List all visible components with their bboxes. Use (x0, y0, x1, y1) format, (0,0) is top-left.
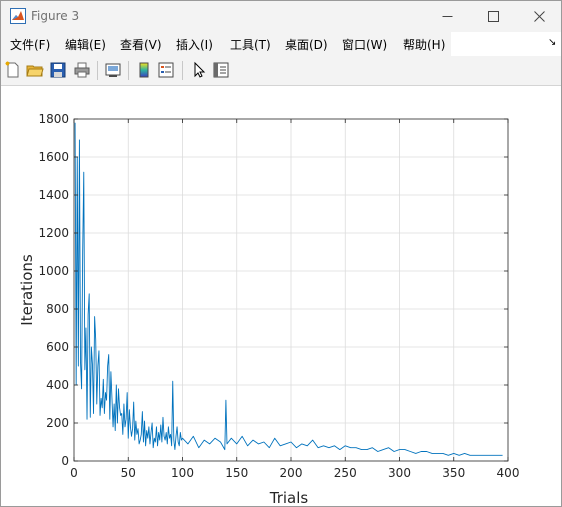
y-tick-label: 1600 (38, 150, 69, 164)
figure-window: Figure 3 文件(F) 编辑(E) 查看(V) 插入(I) 工具(T) 桌… (0, 0, 562, 507)
close-icon (533, 11, 545, 22)
menu-desktop[interactable]: 桌面(D) (285, 38, 328, 52)
title-bar[interactable]: Figure 3 (1, 1, 561, 32)
menu-tools[interactable]: 工具(T) (230, 38, 271, 52)
x-axis-label: Trials (269, 489, 309, 506)
open-file-icon[interactable] (26, 61, 44, 79)
insert-colorbar-icon[interactable] (135, 61, 153, 79)
x-tick-label: 150 (225, 466, 248, 480)
dock-arrow-icon[interactable]: ↘ (548, 37, 556, 48)
menu-bar-spacer (451, 32, 561, 56)
toolbar-separator (128, 61, 129, 80)
x-tick-label: 100 (171, 466, 194, 480)
property-inspector-icon[interactable] (212, 61, 230, 79)
maximize-button[interactable] (470, 1, 516, 32)
menu-bar: 文件(F) 编辑(E) 查看(V) 插入(I) 工具(T) 桌面(D) 窗口(W… (1, 32, 561, 56)
x-tick-label: 350 (442, 466, 465, 480)
maximize-icon (487, 11, 499, 22)
new-figure-icon[interactable] (4, 61, 22, 79)
y-axis-label: Iterations (18, 254, 36, 326)
y-tick-label: 1800 (38, 112, 69, 126)
insert-legend-icon[interactable] (157, 61, 175, 79)
y-tick-label: 400 (46, 378, 69, 392)
x-tick-label: 0 (70, 466, 78, 480)
y-tick-label: 600 (46, 340, 69, 354)
menu-file[interactable]: 文件(F) (10, 38, 50, 52)
matlab-logo-icon (10, 8, 26, 24)
toolbar-separator (182, 61, 183, 80)
menu-insert[interactable]: 插入(I) (176, 38, 213, 52)
x-tick-label: 400 (497, 466, 520, 480)
menu-view[interactable]: 查看(V) (120, 38, 162, 52)
x-tick-label: 200 (280, 466, 303, 480)
minimize-button[interactable] (424, 1, 470, 32)
x-tick-label: 250 (334, 466, 357, 480)
y-tick-label: 200 (46, 416, 69, 430)
figure-canvas: 0 50 100 150 200 250 300 350 400 0 200 400 600 800 100… (1, 86, 561, 506)
print-icon[interactable] (73, 61, 91, 79)
x-tick-label: 50 (121, 466, 136, 480)
x-tick-label: 300 (388, 466, 411, 480)
menu-edit[interactable]: 编辑(E) (65, 38, 106, 52)
toolbar-separator (97, 61, 98, 80)
line-plot[interactable]: 0 50 100 150 200 250 300 350 400 0 200 400 600 800 100… (1, 86, 561, 506)
y-tick-label: 0 (61, 454, 69, 468)
menu-help[interactable]: 帮助(H) (403, 38, 445, 52)
menu-window[interactable]: 窗口(W) (342, 38, 387, 52)
y-tick-label: 1000 (38, 264, 69, 278)
close-button[interactable] (516, 1, 561, 32)
save-icon[interactable] (49, 61, 67, 79)
y-tick-label: 1200 (38, 226, 69, 240)
y-tick-label: 1400 (38, 188, 69, 202)
minimize-icon (442, 16, 452, 17)
y-tick-label: 800 (46, 302, 69, 316)
window-title: Figure 3 (31, 9, 80, 23)
figure-toolbar (1, 56, 561, 86)
edit-plot-icon[interactable] (190, 61, 208, 79)
link-plot-icon[interactable] (104, 61, 122, 79)
